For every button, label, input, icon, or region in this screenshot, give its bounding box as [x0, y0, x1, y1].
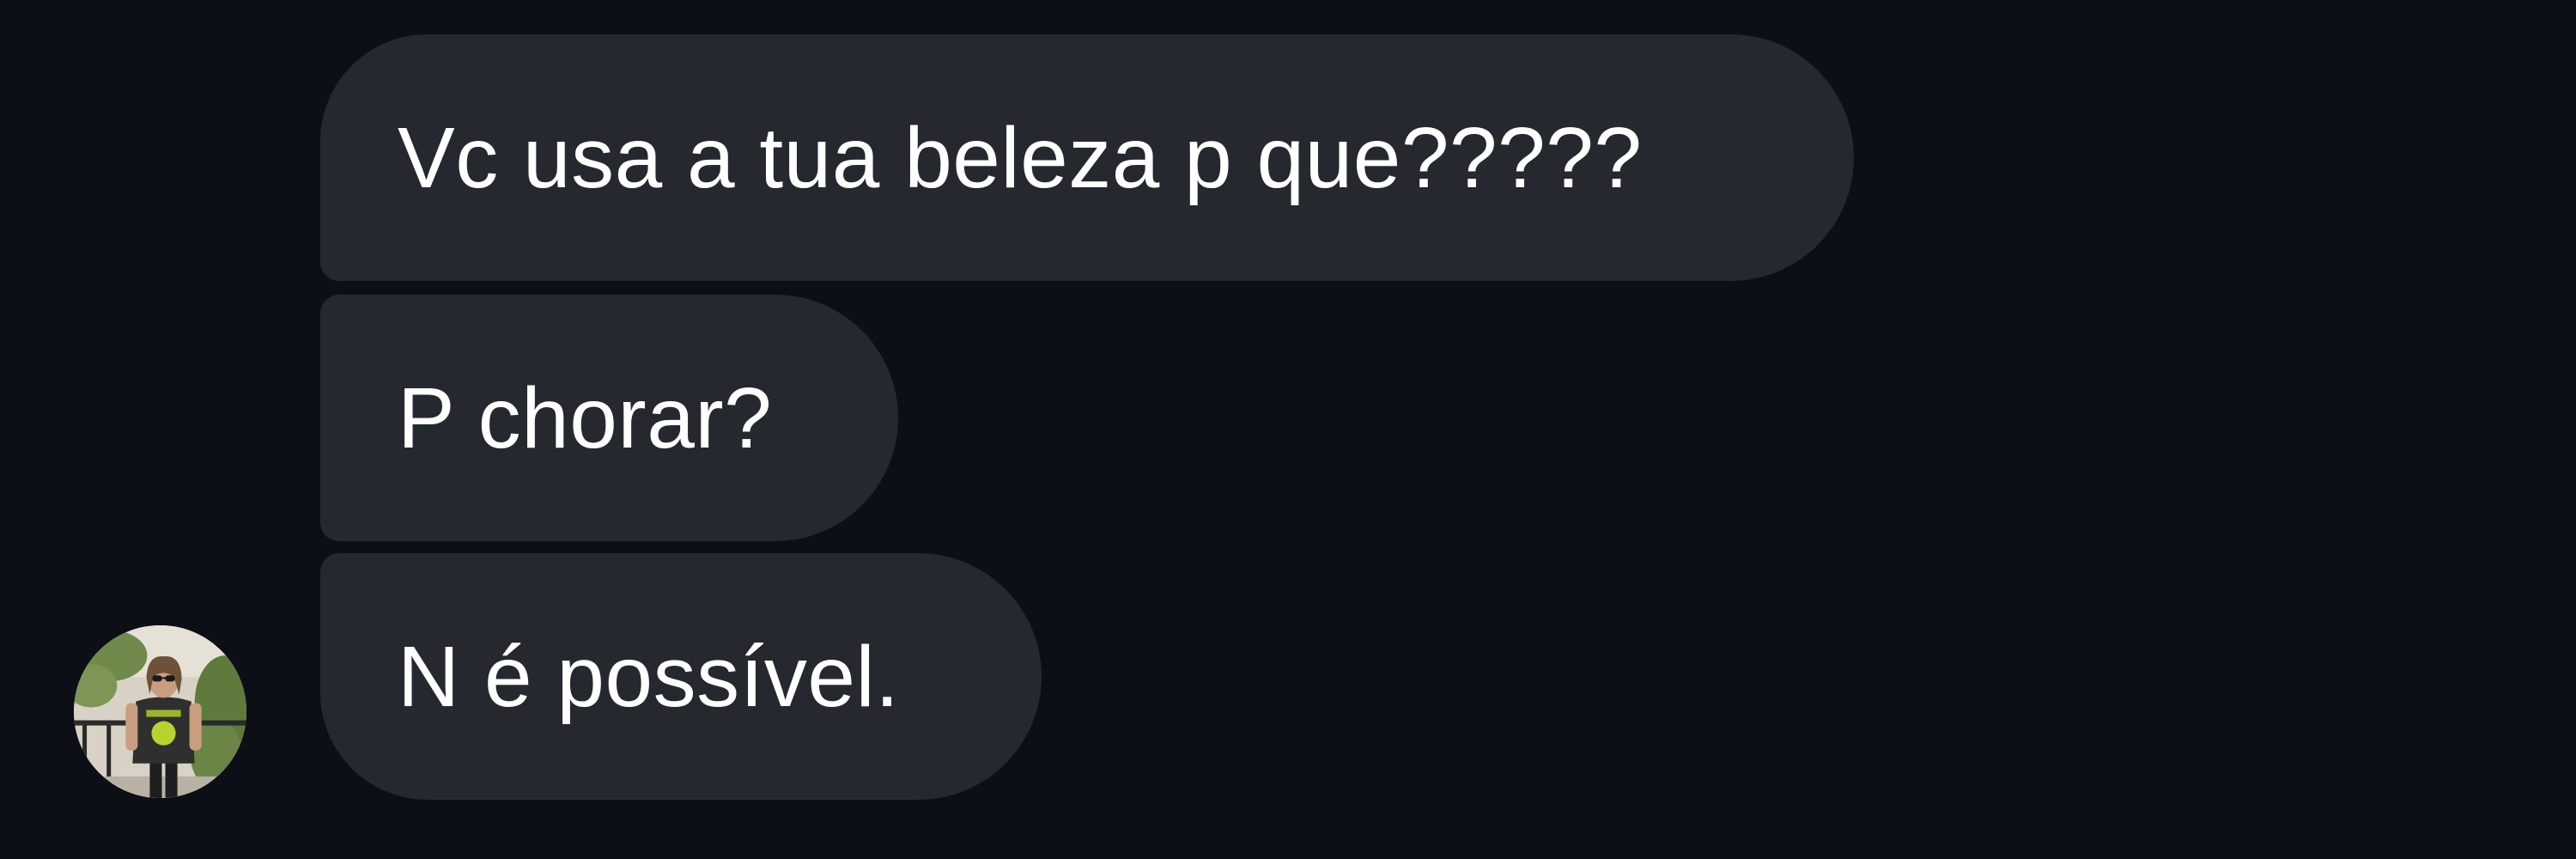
message-text: N é possível. — [398, 628, 900, 725]
message-bubble[interactable]: Vc usa a tua beleza p que????? — [320, 34, 1854, 281]
message-bubble[interactable]: N é possível. — [320, 553, 1042, 800]
message-bubble[interactable]: P chorar? — [320, 295, 898, 541]
chat-thread: Vc usa a tua beleza p que????? P chorar?… — [0, 0, 2576, 859]
message-text: Vc usa a tua beleza p que????? — [398, 109, 1643, 206]
user-avatar-photo-icon — [74, 625, 246, 798]
message-text: P chorar? — [398, 369, 773, 466]
sender-avatar[interactable] — [74, 625, 246, 798]
